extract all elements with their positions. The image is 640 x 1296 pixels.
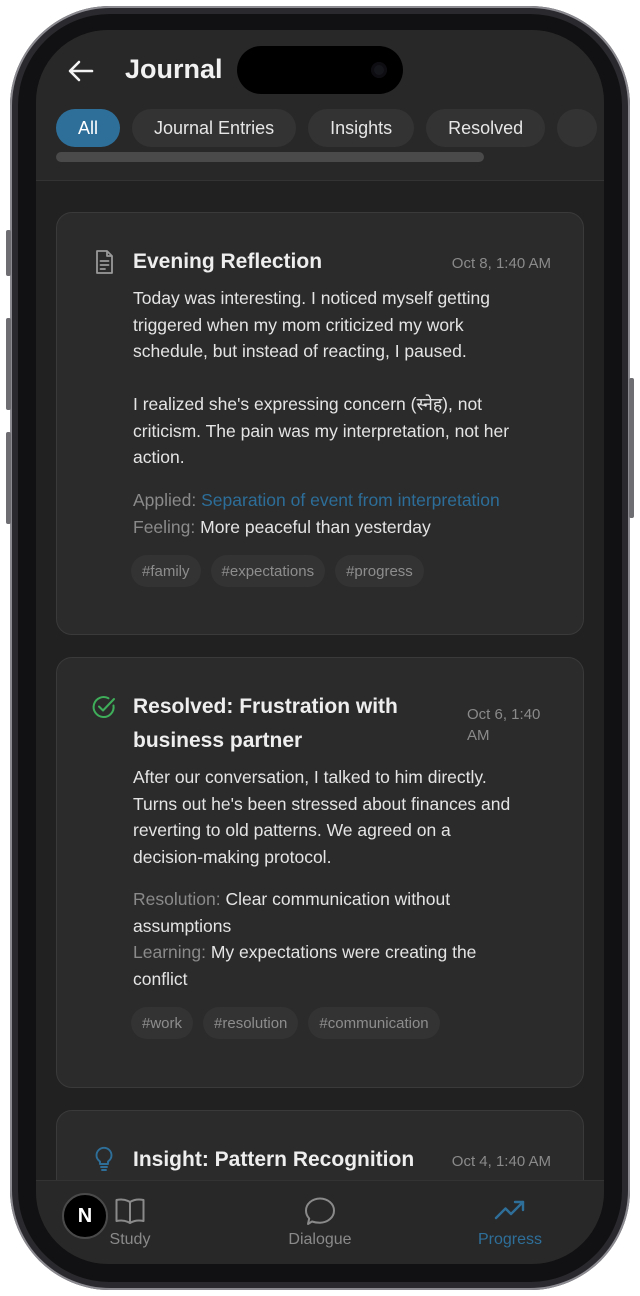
applied-link[interactable]: Separation of event from interpretation [201, 490, 500, 510]
tag[interactable]: #resolution [203, 1007, 299, 1039]
body-line: decision-making protocol. [133, 846, 332, 867]
card-title: Evening Reflection [133, 250, 323, 273]
body-line: I realized she's expressing concern (स्न… [133, 394, 483, 414]
tag-list: #family #expectations #progress [131, 555, 424, 587]
tab-resolved[interactable]: Resolved [426, 109, 546, 147]
learning-row-cont: conflict [133, 968, 188, 989]
app-screen: Journal All Journal Entries Insights Res… [36, 30, 604, 1264]
body-line: schedule, but instead of reacting, I pau… [133, 341, 467, 361]
feeling-label: Feeling: [133, 516, 196, 537]
feeling-value: More peaceful than yesterday [200, 516, 431, 537]
journal-card[interactable]: Evening Reflection Oct 8, 1:40 AM Today … [56, 212, 584, 635]
lightbulb-icon [95, 1146, 113, 1171]
nav-label: Dialogue [288, 1231, 352, 1248]
check-circle-icon [92, 696, 115, 719]
applied-row: Applied: Separation of event from interp… [133, 487, 563, 514]
nav-dialogue[interactable]: Dialogue [260, 1195, 380, 1249]
body-line: reverting to old patterns. We agreed on … [133, 820, 451, 840]
avatar[interactable]: N [62, 1193, 108, 1239]
learning-row: Learning: My expectations were creating … [133, 939, 563, 966]
title-line: business partner [133, 729, 303, 752]
applied-label: Applied: [133, 490, 197, 510]
tabs-scrollbar[interactable] [56, 152, 484, 162]
action-button [6, 230, 11, 276]
dynamic-island [237, 46, 403, 94]
tab-journal-entries[interactable]: Journal Entries [132, 109, 297, 147]
page-title: Journal [125, 54, 223, 84]
learning-value: My expectations were creating the [210, 942, 477, 962]
book-icon [115, 1198, 145, 1224]
volume-up-button [6, 318, 11, 410]
body-line: After our conversation, I talked to him … [133, 767, 487, 787]
camera-icon [371, 62, 387, 78]
card-meta: Applied: Separation of event from interp… [133, 487, 563, 540]
time-line: AM [467, 727, 490, 744]
filter-tabs: All Journal Entries Insights Resolved [56, 109, 598, 147]
tab-all[interactable]: All [56, 109, 121, 147]
resolved-card[interactable]: Resolved: Frustration with business part… [56, 657, 584, 1088]
body-line: criticism. The pain was my interpretatio… [133, 420, 510, 441]
time-line: Oct 6, 1:40 [467, 706, 541, 723]
body-line: Turns out he's been stressed about finan… [133, 793, 511, 814]
chat-bubble-icon [305, 1197, 335, 1225]
card-timestamp: Oct 8, 1:40 AM [451, 255, 551, 272]
bottom-nav: N Study Dialogue Progress [36, 1180, 604, 1264]
card-title: Resolved: Frustration with business part… [133, 690, 398, 758]
resolution-row: Resolution: Clear communication without [133, 886, 563, 913]
card-body: After our conversation, I talked to him … [133, 764, 563, 870]
feeling-row: Feeling: More peaceful than yesterday [133, 514, 563, 541]
tag[interactable]: #expectations [210, 555, 326, 587]
resolution-row-cont: assumptions [133, 915, 232, 936]
trending-up-icon [494, 1200, 525, 1220]
body-line: Today was interesting. I noticed myself … [133, 288, 490, 308]
tag[interactable]: #progress [335, 555, 424, 587]
body-line: triggered when my mom criticized my work [133, 314, 464, 335]
card-timestamp: Oct 6, 1:40 AM [467, 704, 551, 746]
body-line [133, 365, 563, 392]
tab-insights[interactable]: Insights [308, 109, 415, 147]
tag[interactable]: #family [131, 555, 201, 587]
card-body: Today was interesting. I noticed myself … [133, 285, 563, 471]
volume-down-button [6, 432, 11, 524]
tag[interactable]: #communication [308, 1007, 440, 1039]
back-arrow-icon[interactable] [66, 56, 96, 86]
learning-label: Learning: [133, 942, 206, 962]
resolution-value: Clear communication without [225, 889, 451, 909]
document-icon [96, 250, 113, 274]
card-timestamp: Oct 4, 1:40 AM [451, 1153, 551, 1170]
card-meta: Resolution: Clear communication without … [133, 886, 563, 992]
card-title: Insight: Pattern Recognition [133, 1148, 415, 1171]
tag[interactable]: #work [131, 1007, 194, 1039]
resolution-label: Resolution: [133, 889, 221, 909]
power-button [629, 378, 634, 518]
nav-progress[interactable]: Progress [450, 1195, 570, 1249]
title-line: Resolved: Frustration with [133, 695, 398, 718]
tag-list: #work #resolution #communication [131, 1007, 440, 1039]
nav-label: Progress [477, 1231, 543, 1248]
tab-overflow[interactable] [557, 109, 598, 147]
body-line: action. [133, 447, 185, 467]
